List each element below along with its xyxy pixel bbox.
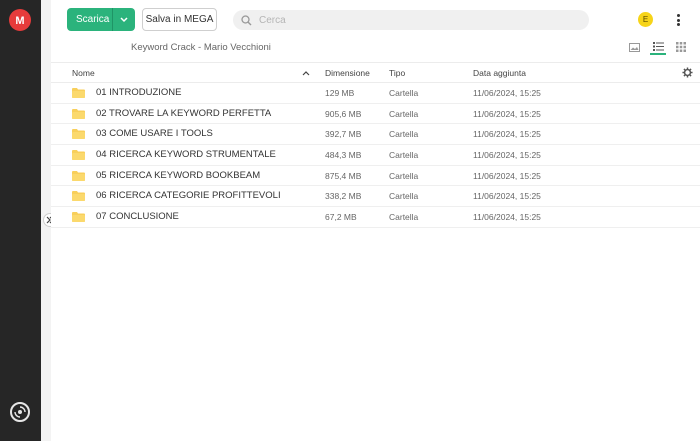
row-name: 03 COME USARE I TOOLS (96, 128, 213, 140)
row-name: 01 INTRODUZIONE (96, 87, 182, 98)
help-icon[interactable] (10, 402, 30, 422)
row-name: 05 RICERCA KEYWORD BOOKBEAM (96, 169, 261, 181)
mega-logo[interactable]: M (9, 9, 31, 31)
row-date: 11/06/2024, 15:25 (473, 108, 541, 119)
column-header-date[interactable]: Data aggiunta (473, 68, 526, 78)
svg-text:M: M (15, 15, 24, 27)
main-content: Scarica Salva in MEGA E Keyword Crack - … (51, 0, 700, 441)
column-header-size[interactable]: Dimensione (325, 68, 370, 78)
row-type: Cartella (389, 88, 419, 98)
row-type: Cartella (389, 170, 419, 181)
folder-icon (72, 108, 85, 119)
grid-view-icon[interactable] (673, 39, 689, 55)
row-type: Cartella (389, 191, 419, 202)
swirl-icon (14, 406, 26, 418)
row-date: 11/06/2024, 15:25 (473, 129, 541, 140)
row-type: Cartella (389, 129, 419, 140)
table-row[interactable]: 07 CONCLUSIONE 67,2 MB Cartella 11/06/20… (51, 207, 700, 228)
table-row[interactable]: 05 RICERCA KEYWORD BOOKBEAM 875,4 MB Car… (51, 166, 700, 187)
list-view-icon[interactable] (650, 39, 666, 55)
chevron-up-icon[interactable] (302, 68, 310, 78)
row-date: 11/06/2024, 15:25 (473, 170, 541, 181)
row-name: 07 CONCLUSIONE (96, 211, 179, 223)
download-button[interactable]: Scarica (67, 8, 135, 31)
row-date: 11/06/2024, 15:25 (473, 88, 541, 98)
row-size: 338,2 MB (325, 191, 362, 202)
row-type: Cartella (389, 108, 419, 119)
row-name: 04 RICERCA KEYWORD STRUMENTALE (96, 149, 276, 161)
table-row[interactable]: 03 COME USARE I TOOLS 392,7 MB Cartella … (51, 124, 700, 146)
table-row[interactable]: 06 RICERCA CATEGORIE PROFITTEVOLI 338,2 … (51, 186, 700, 208)
chevron-down-icon (120, 16, 128, 22)
column-header-name[interactable]: Nome (72, 68, 95, 78)
avatar[interactable]: E (638, 12, 653, 27)
row-name: 06 RICERCA CATEGORIE PROFITTEVOLI (96, 190, 281, 202)
folder-icon (72, 129, 85, 140)
folder-icon (72, 212, 85, 223)
row-type: Cartella (389, 150, 419, 161)
row-name: 02 TROVARE LA KEYWORD PERFETTA (96, 107, 272, 119)
thumbnail-view-icon[interactable] (626, 39, 642, 55)
row-size: 392,7 MB (325, 129, 362, 140)
row-size: 875,4 MB (325, 170, 362, 181)
table-row[interactable]: 01 INTRODUZIONE 129 MB Cartella 11/06/20… (51, 83, 700, 104)
breadcrumb: Keyword Crack - Mario Vecchioni (131, 42, 271, 53)
search-icon (233, 14, 259, 26)
row-size: 905,6 MB (325, 108, 362, 119)
table-row[interactable]: 04 RICERCA KEYWORD STRUMENTALE 484,3 MB … (51, 145, 700, 166)
table-header: Nome Dimensione Tipo Data aggiunta (51, 62, 700, 83)
more-options-icon[interactable] (673, 12, 683, 28)
row-size: 484,3 MB (325, 150, 362, 161)
row-date: 11/06/2024, 15:25 (473, 191, 541, 202)
row-date: 11/06/2024, 15:25 (473, 212, 541, 223)
mega-logo-icon: M (15, 15, 24, 27)
row-type: Cartella (389, 212, 419, 223)
folder-icon (72, 150, 85, 161)
save-to-mega-button[interactable]: Salva in MEGA (142, 8, 217, 31)
download-options-button[interactable] (113, 16, 135, 23)
folder-icon (72, 191, 85, 202)
gear-icon[interactable] (682, 67, 693, 80)
table-row[interactable]: 02 TROVARE LA KEYWORD PERFETTA 905,6 MB … (51, 104, 700, 125)
folder-icon (72, 170, 85, 181)
folder-icon (72, 88, 85, 98)
row-size: 129 MB (325, 88, 355, 98)
column-header-type[interactable]: Tipo (389, 68, 405, 78)
download-label: Scarica (76, 14, 110, 25)
search-bar[interactable] (233, 10, 589, 30)
search-input[interactable] (259, 14, 559, 26)
file-list: 01 INTRODUZIONE 129 MB Cartella 11/06/20… (51, 83, 700, 228)
row-size: 67,2 MB (325, 212, 357, 223)
left-rail: M (0, 0, 41, 441)
row-date: 11/06/2024, 15:25 (473, 150, 541, 161)
